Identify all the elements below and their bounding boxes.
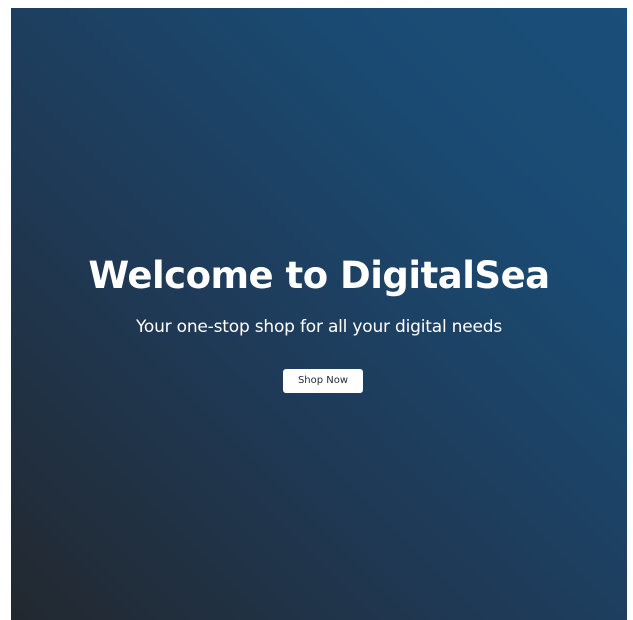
hero-subtitle: Your one-stop shop for all your digital … bbox=[135, 317, 503, 337]
hero-title: Welcome to DigitalSea bbox=[88, 254, 550, 297]
shop-now-button[interactable]: Shop Now bbox=[283, 369, 363, 393]
hero-section: Welcome to DigitalSea Your one-stop shop… bbox=[11, 8, 627, 620]
